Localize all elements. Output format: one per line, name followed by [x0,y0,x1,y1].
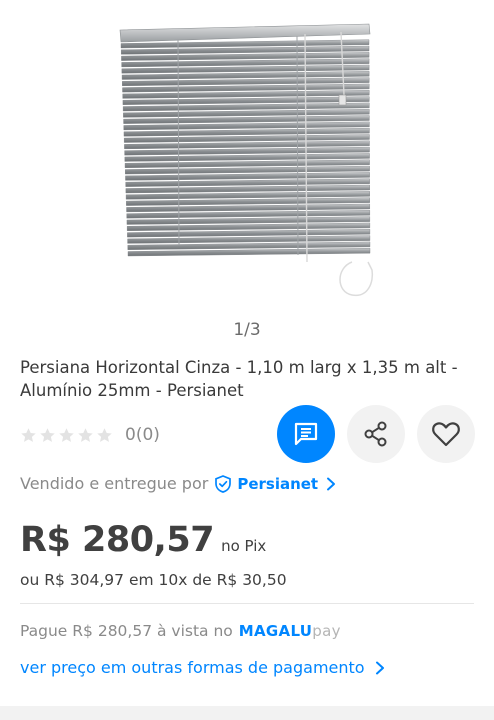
image-counter: 1/3 [233,320,261,340]
seller-info: Vendido e entregue por Persianet [20,474,336,493]
star-icon [59,427,74,442]
chat-icon [294,422,318,446]
share-icon [364,421,387,447]
favorite-button[interactable] [417,405,475,463]
product-title: Persiana Horizontal Cinza - 1,10 m larg … [20,358,458,400]
product-image-gallery[interactable] [0,0,494,305]
magalupay-line: Pague R$ 280,57 à vista no MAGALUpay [20,622,341,640]
seller-link[interactable]: Persianet [237,475,318,493]
product-rating[interactable]: 0(0) [20,422,160,448]
price-suffix: no Pix [221,537,267,555]
bottom-section-divider [0,706,494,720]
chevron-right-icon[interactable] [326,477,336,491]
rating-count: 0(0) [125,425,160,445]
rating-stars [20,427,113,444]
magalupay-text: Pague R$ 280,57 à vista no [20,622,233,640]
payment-options-label: ver preço em outras formas de pagamento [20,658,365,677]
magalupay-logo: MAGALUpay [238,622,341,640]
seller-label: Vendido e entregue por [20,474,209,493]
installments-text: ou R$ 304,97 em 10x de R$ 30,50 [20,571,287,589]
chat-button[interactable] [277,405,335,463]
star-icon [40,427,55,442]
price-block: R$ 280,57 no Pix [20,520,266,560]
share-button[interactable] [347,405,405,463]
price-value: R$ 280,57 [20,520,215,560]
divider [20,603,474,604]
heart-icon [432,422,460,447]
chevron-right-icon [375,661,384,674]
verified-shield-icon [215,474,232,493]
payment-options-link[interactable]: ver preço em outras formas de pagamento [20,658,385,677]
product-image [119,23,374,297]
star-icon [97,427,112,442]
star-icon [21,427,36,442]
star-icon [78,427,93,442]
